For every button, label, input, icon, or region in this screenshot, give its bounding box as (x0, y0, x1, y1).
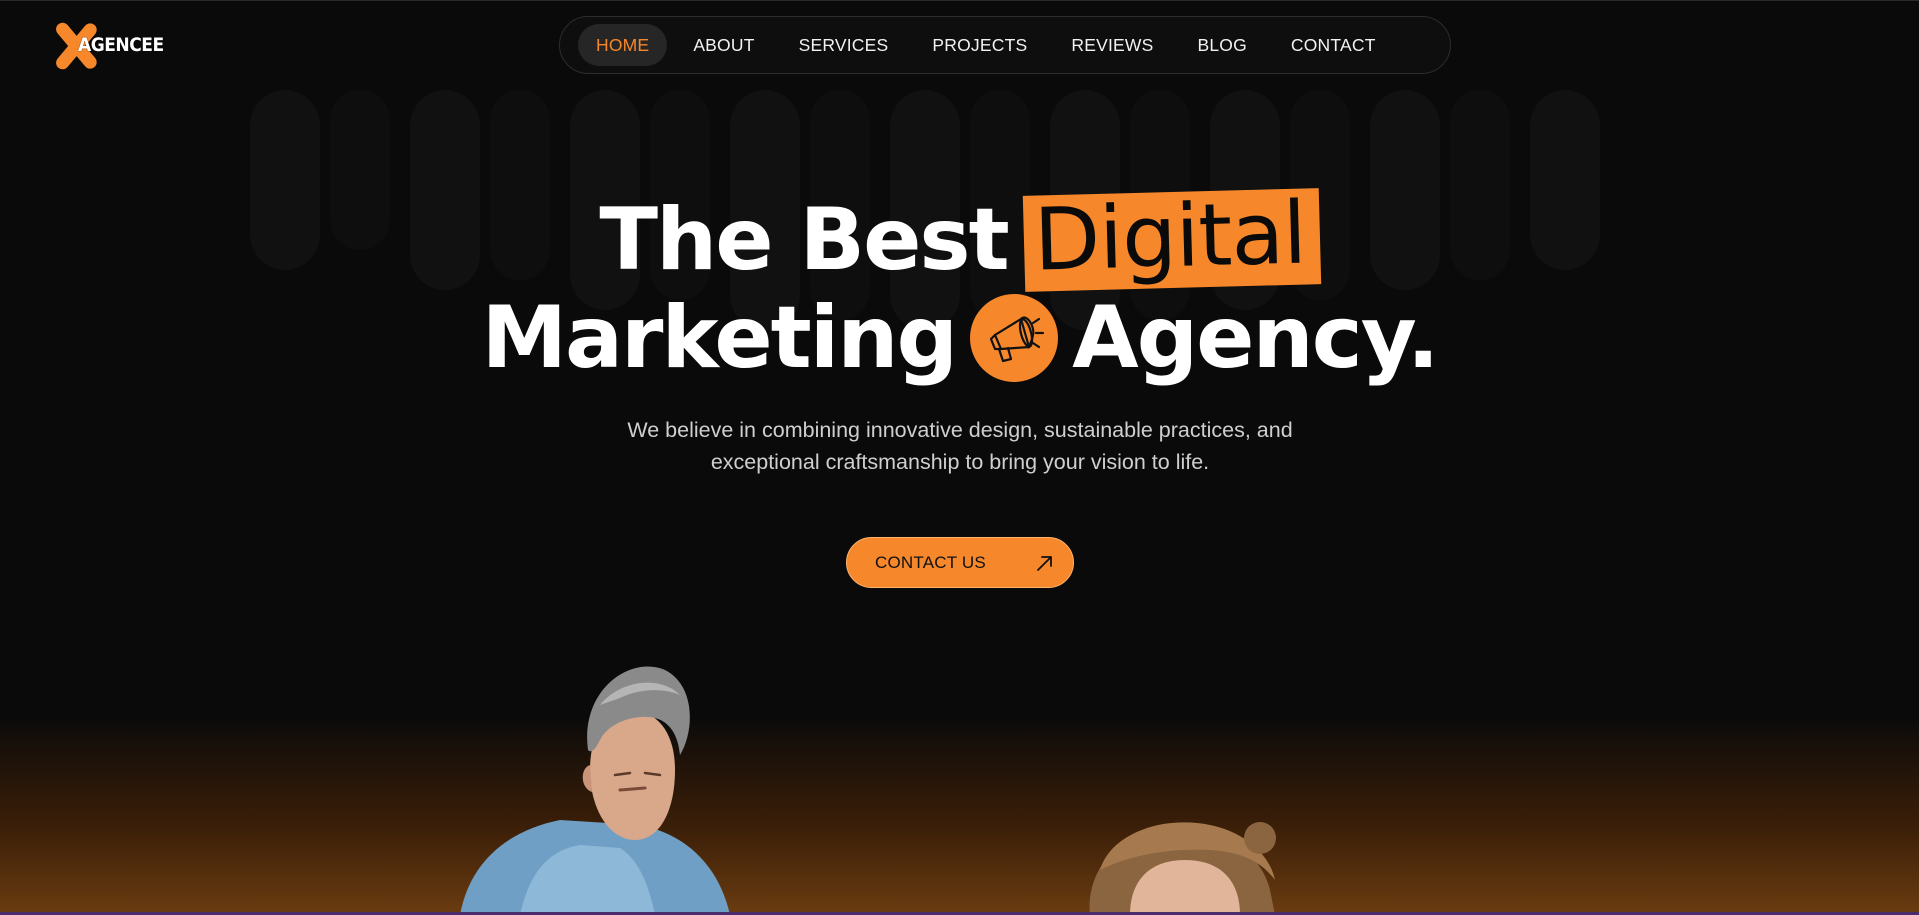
contact-us-button[interactable]: CONTACT US (846, 537, 1074, 588)
hero-headline-line-1: The Best Digital (0, 184, 1919, 292)
top-divider (0, 0, 1919, 1)
headline-text-the-best: The Best (599, 190, 1009, 290)
logo-text: AGENCEE (78, 34, 164, 56)
nav-item-contact[interactable]: CONTACT (1273, 24, 1394, 66)
headline-text-agency: Agency. (1072, 288, 1439, 388)
page: AGENCEE HOME ABOUT SERVICES PROJECTS REV… (0, 0, 1919, 915)
hero-description: We believe in combining innovative desig… (627, 418, 1293, 474)
headline-highlight: Digital (1022, 184, 1321, 292)
headline-text-marketing: Marketing (481, 288, 958, 388)
nav-item-about[interactable]: ABOUT (675, 24, 772, 66)
nav-item-projects[interactable]: PROJECTS (914, 24, 1045, 66)
person-with-curly-hair-photo (1089, 822, 1276, 915)
hero-headline-line-2: Marketing Agency. (0, 288, 1919, 388)
megaphone-icon (970, 294, 1059, 382)
nav-item-reviews[interactable]: REVIEWS (1053, 24, 1171, 66)
nav-item-blog[interactable]: BLOG (1179, 24, 1264, 66)
main-nav: HOME ABOUT SERVICES PROJECTS REVIEWS BLO… (559, 16, 1451, 74)
bottom-gradient (0, 715, 1919, 915)
arrow-up-right-icon (1037, 556, 1052, 571)
nav-item-home[interactable]: HOME (578, 24, 668, 66)
contact-us-label: CONTACT US (875, 552, 986, 572)
man-with-gray-hair-photo (460, 666, 730, 915)
nav-item-services[interactable]: SERVICES (781, 24, 907, 66)
logo[interactable]: AGENCEE (52, 22, 164, 70)
